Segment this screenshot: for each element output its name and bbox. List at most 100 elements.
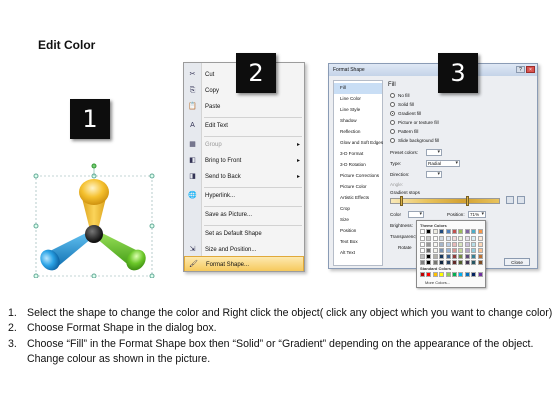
theme-color-swatch[interactable] — [420, 242, 425, 247]
theme-color-swatch[interactable] — [439, 229, 445, 234]
theme-color-swatch[interactable] — [439, 242, 445, 247]
theme-color-swatch[interactable] — [464, 236, 470, 241]
theme-color-swatch[interactable] — [452, 248, 457, 253]
theme-color-swatch[interactable] — [477, 254, 483, 259]
menu-item-edit-text[interactable]: A Edit Text — [184, 118, 304, 134]
nav-item-3d-format[interactable]: 3-D Format — [334, 149, 382, 160]
radio-no-fill[interactable] — [390, 93, 395, 98]
preset-colors-dropdown[interactable] — [426, 149, 442, 156]
theme-color-swatch[interactable] — [432, 248, 438, 253]
nav-item-alt-text[interactable]: Alt Text — [334, 248, 382, 259]
close-icon[interactable]: × — [526, 66, 535, 73]
theme-color-swatch[interactable] — [477, 242, 483, 247]
add-stop-button[interactable] — [506, 196, 514, 204]
nav-item-3d-rotation[interactable]: 3-D Rotation — [334, 160, 382, 171]
help-button[interactable]: ? — [516, 66, 525, 73]
theme-color-swatch[interactable] — [452, 242, 457, 247]
direction-dropdown[interactable] — [426, 171, 442, 178]
radio-picture-fill[interactable] — [390, 120, 395, 125]
theme-color-swatch[interactable] — [452, 260, 457, 265]
three-arm-shape[interactable] — [30, 160, 158, 278]
theme-color-swatch[interactable] — [426, 229, 432, 234]
theme-color-swatch[interactable] — [420, 254, 425, 259]
theme-color-swatch[interactable] — [464, 254, 470, 259]
radio-solid-fill[interactable] — [390, 102, 395, 107]
nav-item-position[interactable]: Position — [334, 226, 382, 237]
theme-color-swatch[interactable] — [452, 254, 457, 259]
standard-color-swatch[interactable] — [420, 272, 425, 277]
standard-color-swatch[interactable] — [471, 272, 477, 277]
theme-color-swatch[interactable] — [445, 242, 451, 247]
color-dropdown[interactable] — [408, 211, 424, 218]
theme-color-swatch[interactable] — [471, 248, 477, 253]
theme-color-swatch[interactable] — [420, 248, 425, 253]
theme-color-swatch[interactable] — [471, 254, 477, 259]
menu-item-group[interactable]: ▦ Group ▸ — [184, 137, 304, 153]
theme-color-swatch[interactable] — [477, 248, 483, 253]
standard-color-swatch[interactable] — [458, 272, 464, 277]
theme-color-swatch[interactable] — [471, 260, 477, 265]
menu-item-send-to-back[interactable]: ◨ Send to Back ▸ — [184, 169, 304, 185]
theme-color-swatch[interactable] — [420, 229, 425, 234]
more-colors-link[interactable]: More Colors... — [425, 280, 450, 285]
theme-color-swatch[interactable] — [458, 229, 464, 234]
theme-color-swatch[interactable] — [477, 260, 483, 265]
nav-item-line-color[interactable]: Line Color — [334, 94, 382, 105]
theme-color-swatch[interactable] — [477, 236, 483, 241]
menu-item-set-default-shape[interactable]: Set as Default Shape — [184, 226, 304, 242]
theme-color-swatch[interactable] — [452, 236, 457, 241]
theme-color-swatch[interactable] — [432, 242, 438, 247]
theme-color-swatch[interactable] — [464, 229, 470, 234]
theme-color-swatch[interactable] — [471, 236, 477, 241]
theme-color-swatch[interactable] — [420, 260, 425, 265]
nav-item-crop[interactable]: Crop — [334, 204, 382, 215]
gradient-stops-bar[interactable] — [390, 198, 500, 204]
theme-color-swatch[interactable] — [445, 254, 451, 259]
theme-color-swatch[interactable] — [445, 236, 451, 241]
theme-color-swatch[interactable] — [439, 236, 445, 241]
theme-color-swatch[interactable] — [432, 236, 438, 241]
theme-color-swatch[interactable] — [458, 242, 464, 247]
theme-color-swatch[interactable] — [458, 260, 464, 265]
theme-color-swatch[interactable] — [464, 248, 470, 253]
theme-color-swatch[interactable] — [439, 254, 445, 259]
theme-color-swatch[interactable] — [432, 254, 438, 259]
standard-color-swatch[interactable] — [432, 272, 438, 277]
close-button[interactable]: Close — [504, 258, 530, 266]
theme-color-swatch[interactable] — [432, 260, 438, 265]
radio-slide-bg-fill[interactable] — [390, 138, 395, 143]
nav-item-shadow[interactable]: Shadow — [334, 116, 382, 127]
nav-item-reflection[interactable]: Reflection — [334, 127, 382, 138]
radio-gradient-fill[interactable] — [390, 111, 395, 116]
menu-item-bring-to-front[interactable]: ◧ Bring to Front ▸ — [184, 153, 304, 169]
theme-color-swatch[interactable] — [420, 236, 425, 241]
nav-item-fill[interactable]: Fill — [334, 83, 382, 94]
nav-item-picture-color[interactable]: Picture Color — [334, 182, 382, 193]
theme-color-swatch[interactable] — [426, 236, 432, 241]
remove-stop-button[interactable] — [517, 196, 525, 204]
theme-color-swatch[interactable] — [432, 229, 438, 234]
menu-item-format-shape[interactable]: 🖌 Format Shape... — [184, 256, 304, 271]
theme-color-swatch[interactable] — [439, 248, 445, 253]
theme-color-swatch[interactable] — [458, 236, 464, 241]
theme-color-swatch[interactable] — [458, 254, 464, 259]
standard-color-swatch[interactable] — [445, 272, 451, 277]
menu-item-paste[interactable]: 📋 Paste — [184, 99, 304, 115]
theme-color-swatch[interactable] — [458, 248, 464, 253]
theme-color-swatch[interactable] — [426, 260, 432, 265]
nav-item-glow[interactable]: Glow and Soft Edges — [334, 138, 383, 149]
menu-item-save-as-picture[interactable]: Save as Picture... — [184, 207, 304, 223]
standard-color-swatch[interactable] — [426, 272, 432, 277]
standard-color-swatch[interactable] — [439, 272, 445, 277]
gradient-stop-handle[interactable] — [400, 196, 403, 206]
standard-color-swatch[interactable] — [464, 272, 470, 277]
standard-color-swatch[interactable] — [477, 272, 483, 277]
theme-color-swatch[interactable] — [426, 242, 432, 247]
nav-item-picture-corrections[interactable]: Picture Corrections — [334, 171, 382, 182]
nav-item-text-box[interactable]: Text Box — [334, 237, 382, 248]
theme-color-swatch[interactable] — [477, 229, 483, 234]
theme-color-swatch[interactable] — [439, 260, 445, 265]
theme-color-swatch[interactable] — [471, 229, 477, 234]
nav-item-line-style[interactable]: Line Style — [334, 105, 382, 116]
theme-color-swatch[interactable] — [452, 229, 457, 234]
